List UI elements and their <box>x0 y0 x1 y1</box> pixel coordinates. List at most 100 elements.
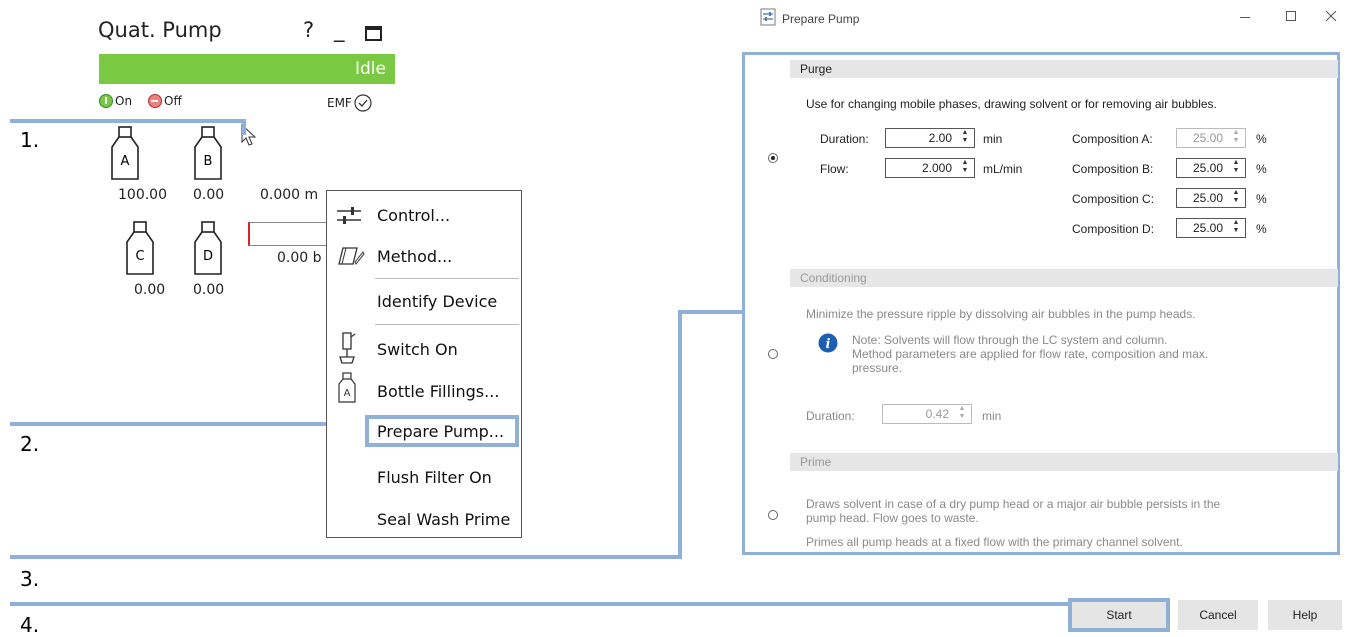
spinner-arrows-icon[interactable]: ▲ ▼ <box>957 405 967 423</box>
conditioning-duration-unit: min <box>982 409 1002 423</box>
conditioning-note-line-1: Note: Solvents will flow through the LC … <box>852 333 1168 347</box>
leader-line-4 <box>10 602 1068 606</box>
maximize-button[interactable] <box>365 26 382 41</box>
on-button[interactable]: On <box>99 94 132 108</box>
help-button[interactable]: ? <box>303 18 314 42</box>
spinner-arrows-icon[interactable]: ▲ ▼ <box>1231 219 1241 237</box>
spinner-arrows-icon[interactable]: ▲ ▼ <box>1231 159 1241 177</box>
bottle-a-value: 100.00 <box>118 187 167 203</box>
flow-readout: 0.000 m <box>260 187 319 203</box>
prime-section-header: Prime <box>790 453 1338 471</box>
conditioning-duration-label: Duration: <box>806 409 855 423</box>
menu-item-identify-device[interactable]: Identify Device <box>377 292 497 311</box>
bottle-letter: D <box>203 249 213 264</box>
dialog-minimize-button[interactable] <box>1240 17 1250 18</box>
emf-label: EMF <box>327 96 352 110</box>
step-label-3: 3. <box>20 567 40 591</box>
composition-c-value: 25.00 <box>1192 191 1223 205</box>
purge-flow-unit: mL/min <box>983 162 1023 176</box>
composition-d-unit: % <box>1256 222 1267 236</box>
composition-d-spinner[interactable]: 25.00 ▲ ▼ <box>1176 218 1246 238</box>
conditioning-description: Minimize the pressure ripple by dissolvi… <box>806 307 1196 321</box>
prime-description-line-2: pump head. Flow goes to waste. <box>806 511 979 525</box>
bottle-letter: C <box>135 249 144 264</box>
purge-flow-spinner[interactable]: 2.000 ▲ ▼ <box>885 158 975 178</box>
composition-b-label: Composition B: <box>1072 162 1154 176</box>
composition-b-spinner[interactable]: 25.00 ▲ ▼ <box>1176 158 1246 178</box>
bottle-icon-letter: A <box>344 388 351 399</box>
conditioning-radio[interactable] <box>768 349 778 359</box>
method-icon <box>338 247 365 265</box>
pressure-readout: 0.00 b <box>277 250 322 266</box>
leader-line-3 <box>10 555 682 559</box>
purge-duration-spinner[interactable]: 2.00 ▲ ▼ <box>885 128 975 148</box>
bottle-b-value: 0.00 <box>193 187 225 203</box>
spinner-arrows-icon[interactable]: ▲ ▼ <box>960 159 970 177</box>
composition-a-value: 25.00 <box>1192 131 1223 145</box>
pump-switch-icon <box>339 332 356 364</box>
prime-description-line-3: Primes all pump heads at a fixed flow wi… <box>806 535 1183 549</box>
composition-c-label: Composition C: <box>1072 192 1155 206</box>
bottle-c-icon[interactable]: C <box>125 220 155 276</box>
purge-duration-unit: min <box>983 132 1003 146</box>
cancel-button[interactable]: Cancel <box>1178 600 1258 630</box>
start-button[interactable]: Start <box>1068 598 1170 632</box>
composition-c-unit: % <box>1256 192 1267 206</box>
leader-line-1 <box>10 119 246 123</box>
spinner-arrows-icon[interactable]: ▲ ▼ <box>1231 129 1241 147</box>
composition-d-label: Composition D: <box>1072 222 1155 236</box>
composition-d-value: 25.00 <box>1192 221 1223 235</box>
bottle-b-icon[interactable]: B <box>193 125 223 181</box>
context-menu: Control... Method... Identify Device Swi… <box>326 190 522 538</box>
bottle-icon: A <box>338 372 356 403</box>
menu-item-prepare-pump[interactable]: Prepare Pump... <box>377 422 504 441</box>
menu-item-method[interactable]: Method... <box>377 247 452 266</box>
spinner-arrows-icon[interactable]: ▲ ▼ <box>960 129 970 147</box>
checkmark-circle-icon <box>354 94 372 112</box>
menu-item-flush-filter-on[interactable]: Flush Filter On <box>377 468 492 487</box>
bottle-d-icon[interactable]: D <box>193 220 223 276</box>
purge-duration-label: Duration: <box>820 132 869 146</box>
purge-duration-value: 2.00 <box>928 131 952 145</box>
composition-c-spinner[interactable]: 25.00 ▲ ▼ <box>1176 188 1246 208</box>
pressure-gauge <box>248 222 328 246</box>
status-text: Idle <box>355 59 386 79</box>
conditioning-note-line-3: pressure. <box>852 361 903 375</box>
spinner-arrows-icon[interactable]: ▲ ▼ <box>1231 189 1241 207</box>
help-dialog-button[interactable]: Help <box>1268 600 1342 630</box>
menu-item-bottle-fillings[interactable]: Bottle Fillings... <box>377 382 499 401</box>
composition-b-value: 25.00 <box>1192 161 1223 175</box>
leader-line-3-vertical <box>678 310 682 559</box>
leader-line-2 <box>10 422 366 426</box>
on-label: On <box>115 94 133 108</box>
conditioning-duration-value: 0.42 <box>925 407 949 421</box>
menu-item-seal-wash-prime[interactable]: Seal Wash Prime <box>377 510 510 529</box>
emf-status[interactable]: EMF <box>327 94 372 112</box>
status-bar: Idle <box>99 54 395 84</box>
bottle-c-value: 0.00 <box>134 282 166 298</box>
composition-a-spinner[interactable]: 25.00 ▲ ▼ <box>1176 128 1246 148</box>
conditioning-duration-spinner[interactable]: 0.42 ▲ ▼ <box>882 404 972 424</box>
dialog-title: Prepare Pump <box>782 12 860 26</box>
step-label-2: 2. <box>20 432 40 456</box>
power-on-icon <box>99 94 113 108</box>
svg-text:i: i <box>826 337 831 352</box>
dialog-close-icon[interactable] <box>1325 10 1337 22</box>
menu-item-switch-on[interactable]: Switch On <box>377 340 458 359</box>
off-label: Off <box>164 94 182 108</box>
leader-line-1-tick <box>242 119 246 135</box>
minimize-button[interactable]: _ <box>334 18 345 42</box>
prepare-pump-app-icon <box>760 8 776 26</box>
prime-description-line-1: Draws solvent in case of a dry pump head… <box>806 497 1221 511</box>
sliders-icon <box>337 207 361 224</box>
off-button[interactable]: Off <box>148 94 182 108</box>
bottle-a-icon[interactable]: A <box>110 125 140 181</box>
composition-b-unit: % <box>1256 162 1267 176</box>
power-off-icon <box>148 94 162 108</box>
prime-radio[interactable] <box>768 510 778 520</box>
step-label-1: 1. <box>20 128 40 152</box>
menu-item-control[interactable]: Control... <box>377 206 450 225</box>
purge-radio[interactable] <box>768 153 778 163</box>
dialog-maximize-button[interactable] <box>1286 11 1296 21</box>
conditioning-section-header: Conditioning <box>790 269 1338 287</box>
